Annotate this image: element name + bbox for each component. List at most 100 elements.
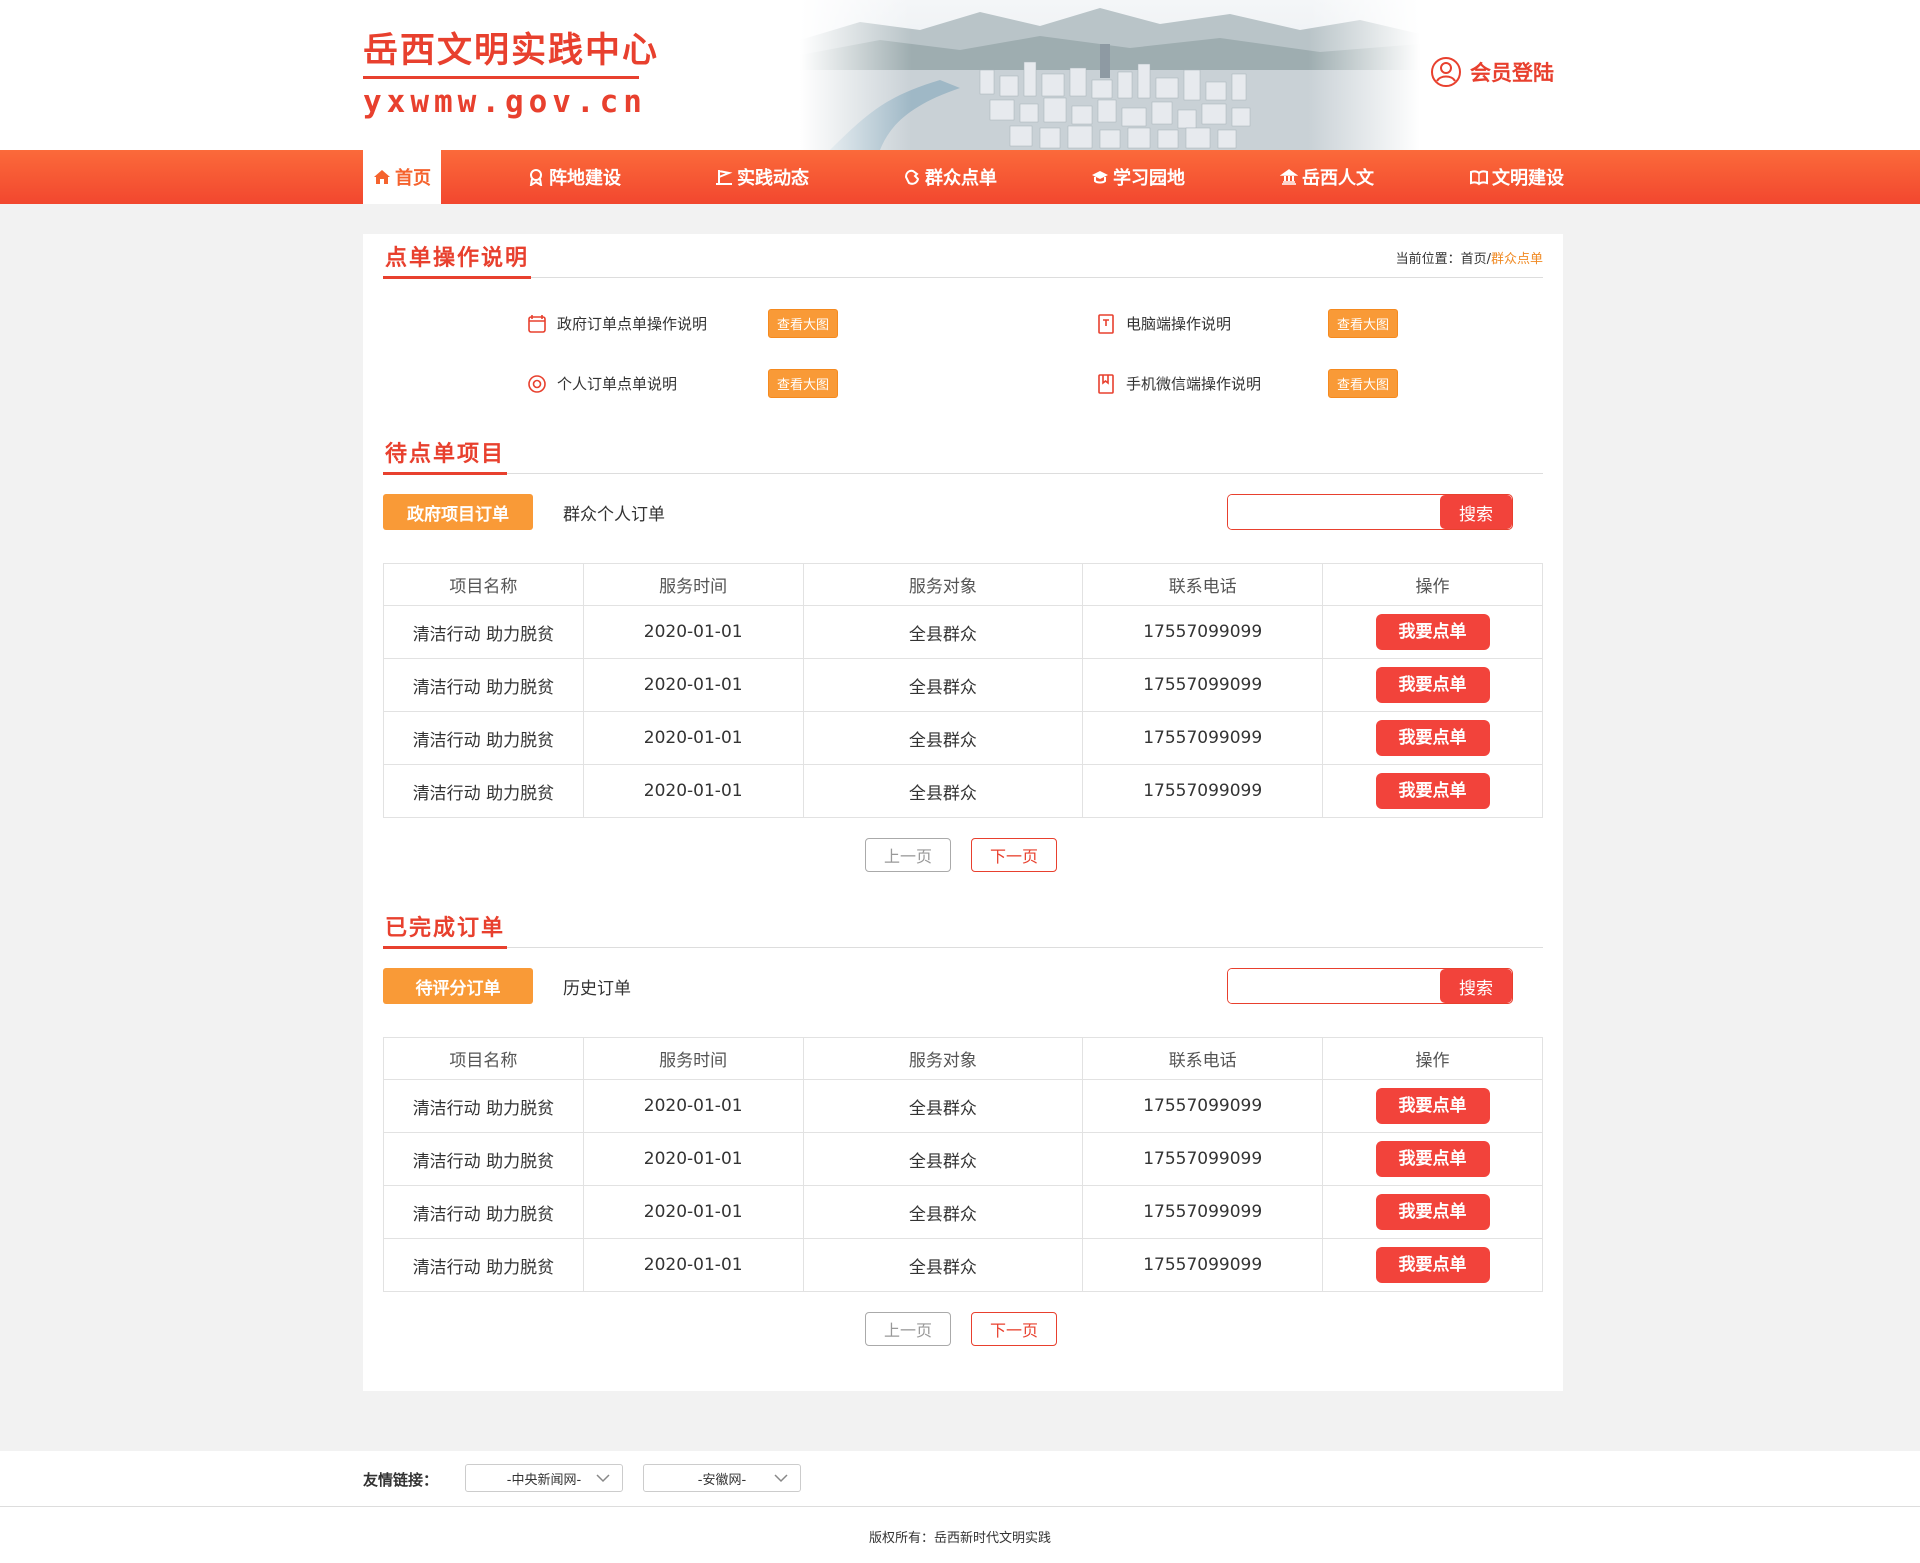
view-large-button-personal-order[interactable]: 查看大图 <box>768 369 838 398</box>
column-header: 服务时间 <box>582 563 804 606</box>
guide-item-personal-order[interactable]: 个人订单点单说明 <box>527 373 677 394</box>
copyright-text: 版权所有：岳西新时代文明实践 <box>868 1531 1051 1546</box>
pending-section-header: 待点单项目 <box>383 430 1543 475</box>
table-row: 清洁行动 助力脱贫 2020-01-01 全县群众 17557099099 我要… <box>383 1238 1543 1292</box>
friend-link-select-2[interactable]: -安徽网- <box>643 1464 801 1492</box>
badge-icon <box>529 169 543 186</box>
tab-pending-rating-orders[interactable]: 待评分订单 <box>383 968 533 1004</box>
member-login-link[interactable]: 会员登陆 <box>1430 56 1554 88</box>
place-order-button[interactable]: 我要点单 <box>1375 614 1490 650</box>
service-target-cell: 全县群众 <box>802 1238 1084 1292</box>
service-target-cell: 全县群众 <box>802 1079 1084 1133</box>
table-row: 清洁行动 助力脱贫 2020-01-01 全县群众 17557099099 我要… <box>383 711 1543 765</box>
service-time-cell: 2020-01-01 <box>582 1079 804 1133</box>
service-target-cell: 全县群众 <box>802 658 1084 712</box>
column-header: 联系电话 <box>1082 563 1324 606</box>
pending-prev-page-button[interactable]: 上一页 <box>865 838 951 872</box>
target-icon <box>528 374 546 393</box>
service-time-cell: 2020-01-01 <box>582 711 804 765</box>
friend-links-bar: 友情链接： -中央新闻网- -安徽网- <box>0 1451 1920 1507</box>
view-large-button-gov-order[interactable]: 查看大图 <box>768 309 838 338</box>
place-order-button[interactable]: 我要点单 <box>1375 667 1490 703</box>
done-next-page-button[interactable]: 下一页 <box>971 1312 1057 1346</box>
nav-item-public-orders[interactable]: 群众点单 <box>890 150 1010 204</box>
chevron-down-icon <box>774 1474 788 1483</box>
guide-item-mobile-wechat[interactable]: 手机微信端操作说明 <box>1096 373 1261 394</box>
content-card: 点单操作说明 当前位置：首页/群众点单 政府订单点单操作说明 查看大图 电脑端操… <box>363 234 1563 1391</box>
city-banner-image <box>800 0 1420 150</box>
graduation-cap-icon <box>1092 171 1108 184</box>
place-order-button[interactable]: 我要点单 <box>1375 773 1490 809</box>
tab-gov-project-orders[interactable]: 政府项目订单 <box>383 494 533 530</box>
pending-section-title: 待点单项目 <box>383 436 508 475</box>
nav-item-culture[interactable]: 岳西人文 <box>1267 150 1387 204</box>
guide-item-pc[interactable]: 电脑端操作说明 <box>1096 313 1231 334</box>
project-name-cell: 清洁行动 助力脱贫 <box>383 1079 584 1133</box>
project-name-cell: 清洁行动 助力脱贫 <box>383 711 584 765</box>
friend-links-label: 友情链接： <box>363 1471 439 1489</box>
service-time-cell: 2020-01-01 <box>582 605 804 659</box>
service-time-cell: 2020-01-01 <box>582 658 804 712</box>
calendar-icon <box>528 314 546 333</box>
nav-item-learning[interactable]: 学习园地 <box>1078 150 1198 204</box>
view-large-button-mobile-wechat[interactable]: 查看大图 <box>1328 369 1398 398</box>
main-nav: 首页 阵地建设 实践动态 群众点单 学习园地 岳西人文 文明建设 <box>0 150 1920 204</box>
column-header: 服务对象 <box>802 563 1084 606</box>
document-icon <box>1098 313 1114 334</box>
done-search-input[interactable] <box>1228 969 1440 1003</box>
done-section-header: 已完成订单 <box>383 904 1543 949</box>
phone-cell: 17557099099 <box>1082 711 1324 765</box>
place-order-button[interactable]: 我要点单 <box>1375 720 1490 756</box>
place-order-button[interactable]: 我要点单 <box>1375 1247 1490 1283</box>
service-target-cell: 全县群众 <box>802 764 1084 818</box>
site-url: yxwmw.gov.cn <box>363 84 647 120</box>
bookmark-icon <box>1098 373 1114 394</box>
chevron-down-icon <box>596 1474 610 1483</box>
project-name-cell: 清洁行动 助力脱贫 <box>383 1132 584 1186</box>
phone-cell: 17557099099 <box>1082 605 1324 659</box>
flag-icon <box>716 170 733 185</box>
home-icon <box>374 170 390 184</box>
project-name-cell: 清洁行动 助力脱贫 <box>383 764 584 818</box>
service-time-cell: 2020-01-01 <box>582 1132 804 1186</box>
column-header: 操作 <box>1322 1037 1543 1080</box>
nav-item-positions[interactable]: 阵地建设 <box>514 150 634 204</box>
place-order-button[interactable]: 我要点单 <box>1375 1088 1490 1124</box>
nav-item-civilization[interactable]: 文明建设 <box>1457 150 1577 204</box>
building-icon <box>1280 169 1298 185</box>
guide-item-gov-order[interactable]: 政府订单点单操作说明 <box>527 313 707 334</box>
pending-orders-table: 项目名称 服务时间 服务对象 联系电话 操作 清洁行动 助力脱贫 2020-01… <box>383 563 1543 818</box>
pending-search-input[interactable] <box>1228 495 1440 529</box>
table-row: 清洁行动 助力脱贫 2020-01-01 全县群众 17557099099 我要… <box>383 605 1543 659</box>
site-header: 岳西文明实践中心 yxwmw.gov.cn 会员登陆 <box>0 0 1920 150</box>
hand-icon <box>904 169 920 185</box>
project-name-cell: 清洁行动 助力脱贫 <box>383 1185 584 1239</box>
done-prev-page-button[interactable]: 上一页 <box>865 1312 951 1346</box>
guide-section-header: 点单操作说明 当前位置：首页/群众点单 <box>383 234 1543 279</box>
nav-item-practice-news[interactable]: 实践动态 <box>702 150 822 204</box>
phone-cell: 17557099099 <box>1082 658 1324 712</box>
user-icon <box>1431 57 1461 87</box>
place-order-button[interactable]: 我要点单 <box>1375 1194 1490 1230</box>
view-large-button-pc[interactable]: 查看大图 <box>1328 309 1398 338</box>
pending-search-button[interactable]: 搜索 <box>1440 495 1512 529</box>
table-row: 清洁行动 助力脱贫 2020-01-01 全县群众 17557099099 我要… <box>383 1132 1543 1186</box>
column-header: 操作 <box>1322 563 1543 606</box>
tab-personal-orders[interactable]: 群众个人订单 <box>563 500 665 525</box>
place-order-button[interactable]: 我要点单 <box>1375 1141 1490 1177</box>
book-icon <box>1470 170 1488 186</box>
pending-next-page-button[interactable]: 下一页 <box>971 838 1057 872</box>
nav-item-home[interactable]: 首页 <box>363 150 441 204</box>
column-header: 联系电话 <box>1082 1037 1324 1080</box>
table-row: 清洁行动 助力脱贫 2020-01-01 全县群众 17557099099 我要… <box>383 1079 1543 1133</box>
breadcrumb-home[interactable]: 首页 <box>1461 252 1487 267</box>
done-search: 搜索 <box>1227 968 1513 1004</box>
column-header: 服务时间 <box>582 1037 804 1080</box>
tab-history-orders[interactable]: 历史订单 <box>563 974 631 999</box>
friend-link-select-1[interactable]: -中央新闻网- <box>465 1464 623 1492</box>
service-time-cell: 2020-01-01 <box>582 1185 804 1239</box>
title-divider <box>363 76 639 79</box>
done-search-button[interactable]: 搜索 <box>1440 969 1512 1003</box>
breadcrumb-current: 群众点单 <box>1490 252 1543 267</box>
service-target-cell: 全县群众 <box>802 1185 1084 1239</box>
